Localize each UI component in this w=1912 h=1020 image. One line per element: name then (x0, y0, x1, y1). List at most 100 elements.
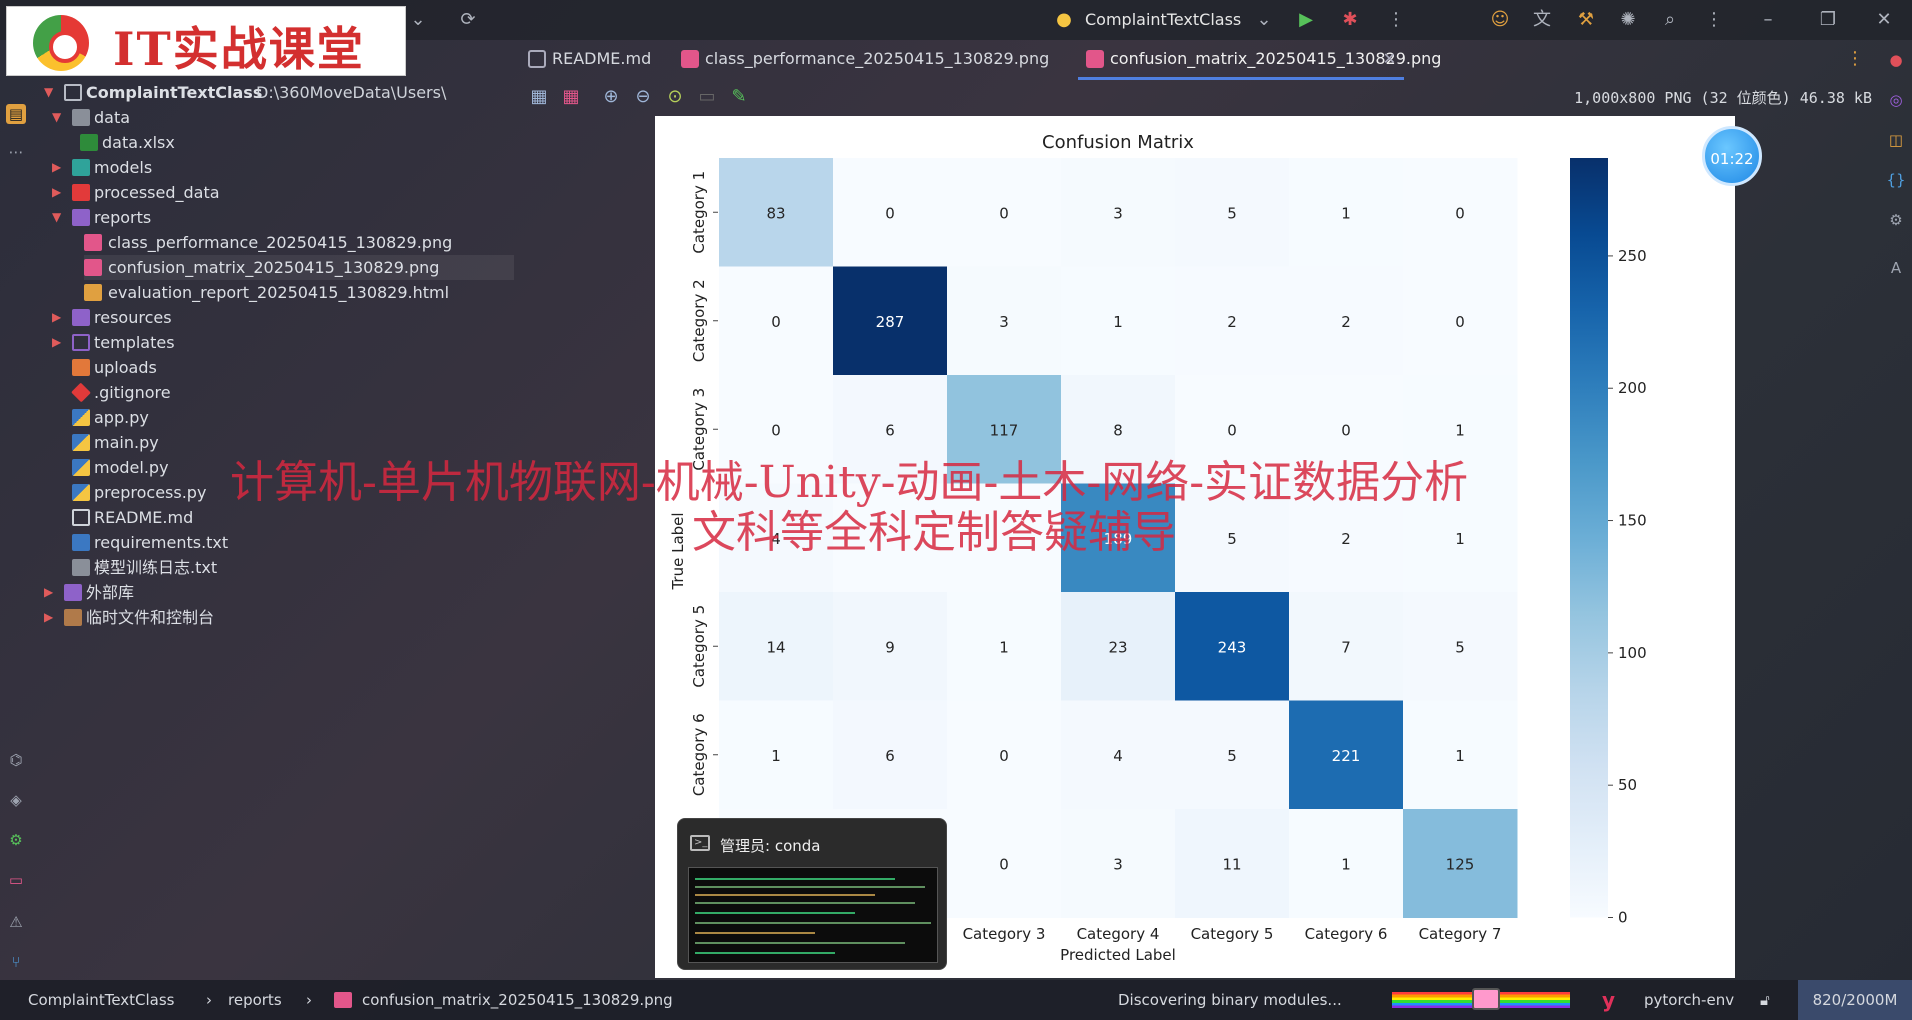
more-icon[interactable]: ⋮ (1702, 8, 1726, 32)
project-icon[interactable]: ▤ (6, 104, 26, 124)
cell-value-label: 0 (771, 313, 781, 331)
colorbar-tick-label: 100 (1618, 644, 1647, 662)
cell-value-label: 5 (1455, 638, 1465, 656)
cell-value-label: 0 (1341, 421, 1351, 439)
breadcrumb-file[interactable]: confusion_matrix_20250415_130829.png (362, 980, 673, 1020)
ai-assistant-icon[interactable]: ✺ (1616, 8, 1640, 32)
cell-value-label: 0 (1227, 421, 1237, 439)
image-icon (334, 992, 352, 1008)
more-icon[interactable]: ⋮ (1384, 8, 1408, 32)
grid-icon[interactable]: ▦ (558, 84, 584, 110)
x-axis-label: Predicted Label (1060, 946, 1176, 964)
chart-title: Confusion Matrix (1042, 132, 1194, 153)
tools-icon[interactable]: ⚒ (1574, 8, 1598, 32)
collapsed-arrow-icon[interactable]: ▶ (52, 155, 66, 180)
database-icon[interactable]: ◫ (1886, 130, 1906, 150)
terminal-icon[interactable]: ▭ (6, 870, 26, 890)
colorbar-tick-label: 150 (1618, 512, 1647, 530)
background-toggle-icon[interactable]: ▦ (526, 84, 552, 110)
python-file-icon (72, 534, 90, 551)
sync-icon[interactable]: ⟳ (456, 8, 480, 32)
cell-value-label: 4 (771, 530, 781, 548)
collapsed-arrow-icon[interactable]: ▶ (52, 305, 66, 330)
notification-icon[interactable]: ● (1886, 50, 1906, 70)
minimize-icon[interactable]: – (1756, 8, 1780, 32)
terminal-preview (688, 867, 938, 963)
restore-icon[interactable]: ❐ (1816, 8, 1840, 32)
close-tab-icon[interactable]: ✕ (1383, 40, 1396, 78)
memory-indicator[interactable]: 820/2000M (1798, 980, 1912, 1020)
background-task[interactable]: Discovering binary modules... (1118, 980, 1342, 1020)
run-icon[interactable]: ▶ (1294, 8, 1318, 32)
close-icon[interactable]: ✕ (1872, 8, 1896, 32)
cell-value-label: 5 (1227, 747, 1237, 765)
image-icon (84, 259, 102, 276)
folder-icon (72, 109, 90, 126)
cell-value-label: 0 (999, 747, 1009, 765)
more-icon[interactable]: ⋯ (6, 142, 26, 162)
translate-icon[interactable]: 文 (1530, 8, 1554, 32)
progress-bar (1392, 988, 1570, 1010)
json-icon[interactable]: {} (1886, 170, 1906, 190)
tab-class-performance[interactable]: class_performance_20250415_130829.png (673, 40, 1049, 80)
search-icon[interactable]: ⌕ (1658, 8, 1682, 32)
tab-readme[interactable]: README.md (520, 40, 651, 80)
ai-icon[interactable]: ◎ (1886, 90, 1906, 110)
expanded-arrow-icon[interactable]: ▼ (44, 80, 58, 105)
tree-item-confusion-matrix[interactable]: confusion_matrix_20250415_130829.png (84, 255, 514, 280)
terminal-icon: >_ (690, 835, 710, 851)
git-icon[interactable]: ⑂ (6, 952, 26, 972)
python-console-icon[interactable]: ⌬ (6, 750, 26, 770)
image-icon (681, 50, 699, 68)
expanded-arrow-icon[interactable]: ▼ (52, 205, 66, 230)
yaml-icon: y (1602, 988, 1616, 1012)
interpreter-env[interactable]: pytorch-env (1644, 980, 1734, 1020)
breadcrumb-project[interactable]: ComplaintTextClass (28, 980, 175, 1020)
gear-icon[interactable]: ⚙ (1886, 210, 1906, 230)
fit-icon[interactable]: ▭ (694, 84, 720, 110)
zoom-out-icon[interactable]: ⊖ (630, 84, 656, 110)
users-icon[interactable]: ☺ (1488, 8, 1512, 32)
actual-size-icon[interactable]: ⊙ (662, 84, 688, 110)
root-path: D:\360MoveData\Users\ (256, 83, 447, 102)
chevron-down-icon[interactable]: ⌄ (1252, 8, 1276, 32)
breadcrumb-folder[interactable]: reports (228, 980, 282, 1020)
lock-icon[interactable]: 🔓︎ (1760, 980, 1770, 1020)
conda-window-preview[interactable]: >_ 管理员: conda (677, 818, 947, 970)
tab-confusion-matrix[interactable]: confusion_matrix_20250415_130829.png ✕ (1078, 40, 1441, 80)
excel-icon (80, 134, 98, 151)
more-icon[interactable]: ⋮ (1846, 48, 1864, 69)
timer-badge[interactable]: 01:22 (1702, 126, 1762, 186)
collapsed-arrow-icon[interactable]: ▶ (44, 605, 58, 630)
collapsed-arrow-icon[interactable]: ▶ (52, 180, 66, 205)
zoom-in-icon[interactable]: ⊕ (598, 84, 624, 110)
tree-item-label: data (94, 108, 131, 127)
project-selector[interactable]: ComplaintTextClass (1085, 10, 1241, 29)
chevron-right-icon: › (206, 991, 212, 1009)
cell-value-label: 0 (1455, 313, 1465, 331)
cell-value-label: 8 (1113, 421, 1123, 439)
cell-value-label: 14 (766, 638, 785, 656)
collapsed-arrow-icon[interactable]: ▶ (44, 580, 58, 605)
color-picker-icon[interactable]: ✎ (726, 84, 752, 110)
cell-value-label: 3 (999, 313, 1009, 331)
problems-icon[interactable]: ⚠ (6, 912, 26, 932)
console-icon (64, 609, 82, 626)
python-file-icon (72, 409, 90, 426)
collapsed-arrow-icon[interactable]: ▶ (52, 330, 66, 355)
cell-value-label: 1 (771, 747, 781, 765)
tree-item-label: 临时文件和控制台 (86, 608, 215, 627)
tree-item-label: models (94, 158, 153, 177)
tree-item-label: processed_data (94, 183, 220, 202)
upload-folder-icon (72, 359, 90, 376)
debug-icon[interactable]: ✱ (1338, 8, 1362, 32)
font-icon[interactable]: A (1886, 258, 1906, 278)
cell-value-label: 0 (999, 204, 1009, 222)
cell-value-label: 83 (766, 204, 785, 222)
layers-icon[interactable]: ◈ (6, 790, 26, 810)
right-tool-strip: ● ◎ ◫ {} ⚙ A (1880, 40, 1912, 980)
chevron-down-icon[interactable]: ⌄ (406, 8, 430, 32)
services-icon[interactable]: ⚙ (6, 830, 26, 850)
y-axis-label: True Label (669, 512, 687, 590)
expanded-arrow-icon[interactable]: ▼ (52, 105, 66, 130)
